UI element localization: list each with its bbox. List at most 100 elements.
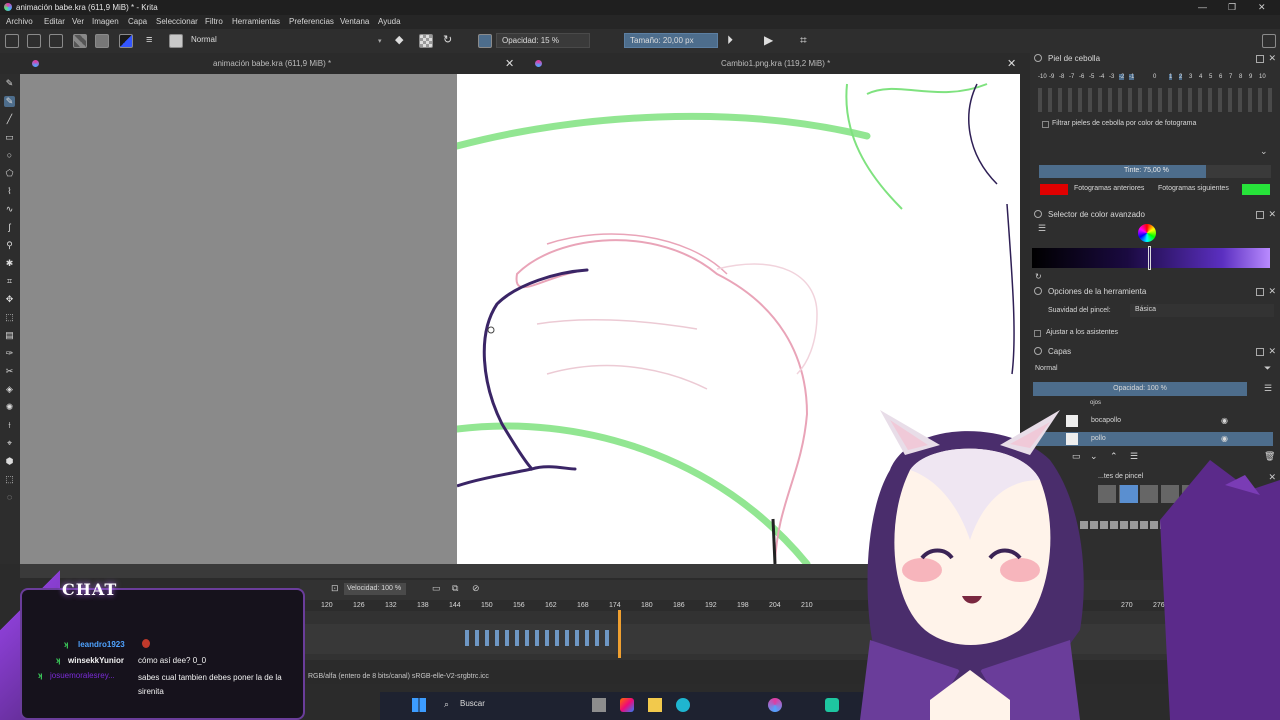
blend-mode-select[interactable]: Normal [186, 33, 386, 48]
foreground-background-color-icon[interactable] [119, 34, 133, 48]
prev-frames-color[interactable] [1040, 184, 1068, 195]
file-explorer-icon[interactable] [648, 698, 662, 712]
filter-icon[interactable]: ⏷ [1264, 363, 1271, 374]
onion-skin-bars[interactable] [1038, 88, 1272, 112]
workspace-icon[interactable] [1262, 34, 1276, 48]
menu-ventana[interactable]: Ventana [340, 17, 369, 26]
menu-ver[interactable]: Ver [72, 17, 84, 26]
save-icon[interactable] [49, 34, 63, 48]
close-docker-icon[interactable]: ✕ [1268, 209, 1276, 220]
frame-icon[interactable]: ▭ [432, 583, 441, 594]
layer-opacity-slider[interactable]: Opacidad: 100 % [1033, 382, 1247, 396]
close-tab-icon[interactable]: ✕ [505, 57, 514, 70]
line-tool-icon[interactable]: ╱ [4, 114, 15, 125]
onion-skin-scale[interactable]: -10 -9 -8 -7 -6 -5 -4 -3 -2 -1 0 1 2 3 4… [1038, 74, 1272, 84]
transform-tool-icon[interactable]: ⬚ [4, 312, 15, 323]
menu-herramientas[interactable]: Herramientas [232, 17, 280, 26]
float-docker-icon[interactable] [1256, 288, 1264, 296]
minimize-icon[interactable]: — [1198, 2, 1207, 12]
open-document-icon[interactable] [27, 34, 41, 48]
refresh-icon[interactable]: ↻ [1035, 272, 1042, 281]
close-docker-icon[interactable]: ✕ [1268, 346, 1276, 357]
clear-frame-icon[interactable]: ⊘ [472, 583, 480, 594]
search-icon[interactable]: ⌕ [444, 699, 449, 710]
color-cursor[interactable] [1148, 246, 1151, 270]
preserve-alpha-icon[interactable] [419, 34, 433, 48]
move-icon[interactable]: ✥ [4, 294, 15, 305]
color-gradient-bar[interactable] [1032, 248, 1270, 268]
brush-settings-icon[interactable]: ≡ [146, 34, 160, 48]
float-docker-icon[interactable] [1256, 211, 1264, 219]
edge-icon[interactable] [676, 698, 690, 712]
mirror-horizontal-icon[interactable]: ⏵ [727, 34, 741, 48]
snap-assistants-checkbox[interactable] [1034, 330, 1041, 337]
close-docker-icon[interactable]: ✕ [1268, 53, 1276, 64]
color-picker-icon[interactable]: ✑ [4, 348, 15, 359]
close-docker-icon[interactable]: ✕ [1268, 286, 1276, 297]
smoothing-select[interactable]: Básica [1130, 304, 1274, 317]
chevron-down-icon[interactable]: ⌄ [1260, 146, 1268, 157]
keyframes[interactable] [465, 630, 615, 646]
select-ellipse-icon[interactable]: ◌ [4, 492, 15, 503]
next-frames-color[interactable] [1242, 184, 1270, 195]
transform-icon[interactable]: ✎ [4, 78, 15, 89]
zoom-tool-icon[interactable]: ⬢ [4, 456, 15, 467]
reference-tool-icon[interactable]: ⌖ [4, 438, 15, 449]
hue-ring[interactable] [1138, 224, 1156, 242]
tint-slider[interactable]: Tinte: 75,00 % [1039, 165, 1271, 178]
taskbar-search[interactable]: Buscar [460, 699, 485, 708]
menu-capa[interactable]: Capa [128, 17, 147, 26]
canvas-left-view[interactable] [20, 74, 457, 564]
ellipse-tool-icon[interactable]: ○ [4, 150, 15, 161]
tab-cambio1[interactable]: Cambio1.png.kra (119,2 MiB) * [721, 59, 830, 68]
brush-preset-icon[interactable] [169, 34, 183, 48]
task-view-icon[interactable] [592, 698, 606, 712]
menu-ayuda[interactable]: Ayuda [378, 17, 401, 26]
mirror-vertical-icon[interactable]: ▶ [764, 34, 778, 48]
assistant-tool-icon[interactable]: ✺ [4, 402, 15, 413]
float-docker-icon[interactable] [1256, 55, 1264, 63]
opacity-slider[interactable]: Opacidad: 15 % [496, 33, 590, 48]
krita-taskbar-icon[interactable] [768, 698, 782, 712]
fill-tool-icon[interactable]: ◈ [4, 384, 15, 395]
bezier-tool-icon[interactable]: ∿ [4, 204, 15, 215]
polygon-tool-icon[interactable]: ⬠ [4, 168, 15, 179]
measure-tool-icon[interactable]: ⟊ [4, 420, 15, 431]
crop-icon[interactable]: ⌗ [4, 276, 15, 287]
filter-checkbox[interactable] [1042, 121, 1049, 128]
new-document-icon[interactable] [5, 34, 19, 48]
dynamic-brush-icon[interactable]: ⚲ [4, 240, 15, 251]
copilot-icon[interactable] [620, 698, 634, 712]
gradient-icon[interactable] [73, 34, 87, 48]
timeline-settings-icon[interactable]: ⊡ [331, 583, 339, 594]
rectangle-tool-icon[interactable]: ▭ [4, 132, 15, 143]
menu-imagen[interactable]: Imagen [92, 17, 119, 26]
menu-seleccionar[interactable]: Seleccionar [156, 17, 198, 26]
float-docker-icon[interactable] [1256, 348, 1264, 356]
reload-preset-icon[interactable]: ↻ [443, 34, 457, 48]
close-window-icon[interactable]: ✕ [1258, 2, 1266, 13]
layer-blend-select[interactable]: Normal [1034, 363, 1254, 375]
menu-preferencias[interactable]: Preferencias [289, 17, 334, 26]
copy-frame-icon[interactable]: ⧉ [452, 583, 458, 594]
gradient-tool-icon[interactable]: ▤ [4, 330, 15, 341]
multibrush-icon[interactable]: ✱ [4, 258, 15, 269]
freehand-brush-icon[interactable]: ✎ [4, 96, 15, 107]
pattern-icon[interactable] [95, 34, 109, 48]
windows-start-icon[interactable] [412, 698, 426, 712]
menu-archivo[interactable]: Archivo [6, 17, 33, 26]
menu-editar[interactable]: Editar [44, 17, 65, 26]
restore-icon[interactable]: ❐ [1228, 2, 1236, 13]
eraser-icon[interactable]: ◆ [395, 34, 409, 48]
smart-patch-icon[interactable]: ✂ [4, 366, 15, 377]
freehand-path-icon[interactable]: ʃ [4, 222, 15, 233]
layer-menu-icon[interactable]: ☰ [1264, 383, 1272, 394]
tab-animacion-babe[interactable]: animación babe.kra (611,9 MiB) * [213, 59, 331, 68]
select-rect-icon[interactable]: ⬚ [4, 474, 15, 485]
speed-field[interactable]: Velocidad: 100 % [344, 583, 406, 595]
size-slider[interactable]: Tamaño: 20,00 px [624, 33, 718, 48]
crop-wrap-icon[interactable]: ⌗ [800, 34, 814, 48]
color-settings-icon[interactable]: ☰ [1038, 223, 1046, 234]
menu-filtro[interactable]: Filtro [205, 17, 223, 26]
close-tab-icon[interactable]: ✕ [1007, 57, 1016, 70]
